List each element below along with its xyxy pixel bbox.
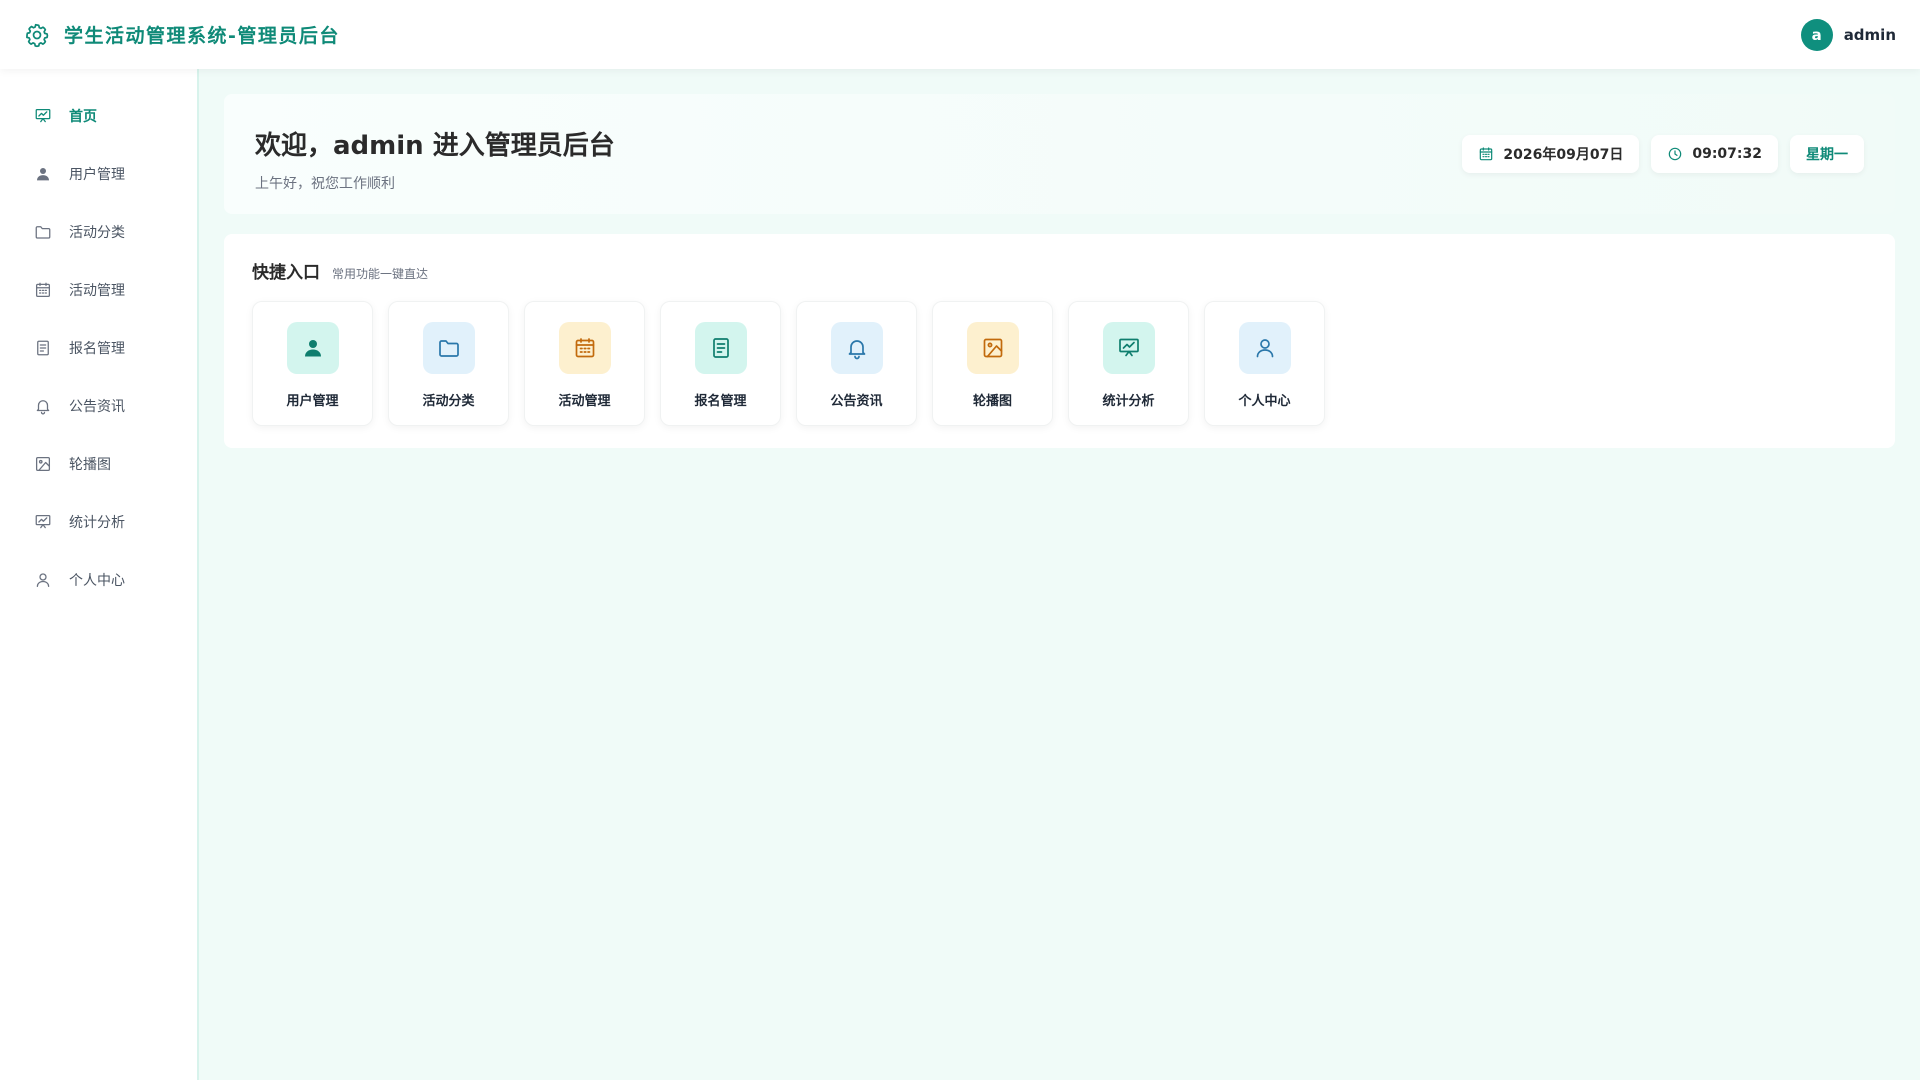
time-chip: 09:07:32 [1651,135,1778,173]
user-outline-icon [1253,336,1277,360]
quick-card-label: 统计分析 [1102,394,1155,409]
bell-icon [845,336,869,360]
presentation-chart-icon [1117,336,1141,360]
quick-card-label: 公告资讯 [830,394,883,409]
sidebar-item-label: 统计分析 [69,515,125,531]
sidebar-item-carousel[interactable]: 轮播图 [0,435,197,493]
quick-access-panel: 快捷入口 常用功能一键直达 用户管理 活动分类 活动管理 报名管理 公告资讯 轮… [224,234,1895,448]
folder-icon [437,336,461,360]
document-icon [709,336,733,360]
quick-card-profile[interactable]: 个人中心 [1204,301,1325,426]
avatar[interactable]: a [1800,18,1833,51]
welcome-title: 欢迎，admin 进入管理员后台 [255,131,615,161]
sidebar-item-label: 活动管理 [69,283,125,299]
bell-icon [34,397,52,415]
sidebar-item-label: 报名管理 [69,341,125,357]
sidebar-item-announcements[interactable]: 公告资讯 [0,377,197,435]
calendar-icon [573,336,597,360]
quick-icon-box [830,322,883,374]
sidebar-item-registrations[interactable]: 报名管理 [0,319,197,377]
quick-icon-box [966,322,1019,374]
quick-card-label: 活动管理 [558,394,611,409]
welcome-subtitle: 上午好，祝您工作顺利 [255,176,395,192]
sidebar-item-statistics[interactable]: 统计分析 [0,493,197,551]
sidebar: 首页 用户管理 活动分类 活动管理 报名管理 公告资讯 轮播图 统计分析 个人中… [0,69,199,1080]
main-content: 欢迎，admin 进入管理员后台 上午好，祝您工作顺利 2026年09月07日 … [199,69,1920,1080]
image-icon [981,336,1005,360]
sidebar-item-profile[interactable]: 个人中心 [0,551,197,609]
quick-icon-box [286,322,339,374]
quick-access-header: 快捷入口 常用功能一键直达 [252,258,428,283]
sidebar-item-label: 用户管理 [69,167,125,183]
calendar-icon [1478,146,1494,162]
user-icon [34,165,52,183]
quick-icon-box [422,322,475,374]
quick-icon-box [1238,322,1291,374]
gear-icon [24,22,50,48]
quick-card-users[interactable]: 用户管理 [252,301,373,426]
sidebar-item-label: 首页 [69,109,97,125]
document-icon [34,339,52,357]
sidebar-item-activities[interactable]: 活动管理 [0,261,197,319]
user-icon [301,336,325,360]
quick-access-title: 快捷入口 [252,263,320,283]
date-chip: 2026年09月07日 [1462,135,1640,173]
quick-card-announcements[interactable]: 公告资讯 [796,301,917,426]
app-title: 学生活动管理系统-管理员后台 [64,25,340,47]
sidebar-item-home[interactable]: 首页 [0,87,197,145]
brand[interactable]: 学生活动管理系统-管理员后台 [24,21,340,48]
user-menu[interactable]: a admin [1800,18,1896,51]
quick-icon-box [694,322,747,374]
presentation-chart-icon [34,513,52,531]
sidebar-item-label: 公告资讯 [69,399,125,415]
quick-card-statistics[interactable]: 统计分析 [1068,301,1189,426]
quick-card-carousel[interactable]: 轮播图 [932,301,1053,426]
sidebar-item-label: 个人中心 [69,573,125,589]
sidebar-item-categories[interactable]: 活动分类 [0,203,197,261]
quick-card-registrations[interactable]: 报名管理 [660,301,781,426]
quick-access-subtitle: 常用功能一键直达 [332,267,429,281]
username[interactable]: admin [1844,26,1896,44]
time-text: 09:07:32 [1692,146,1762,162]
quick-card-label: 轮播图 [972,394,1012,409]
quick-card-label: 个人中心 [1238,394,1291,409]
date-time-chips: 2026年09月07日 09:07:32 星期一 [1462,135,1864,173]
date-text: 2026年09月07日 [1503,147,1624,163]
quick-access-grid: 用户管理 活动分类 活动管理 报名管理 公告资讯 轮播图 统计分析 个人中心 [252,301,1325,426]
quick-card-label: 用户管理 [286,394,339,409]
weekday-chip: 星期一 [1790,135,1864,173]
quick-card-label: 报名管理 [694,394,747,409]
quick-card-activities[interactable]: 活动管理 [524,301,645,426]
calendar-icon [34,281,52,299]
sidebar-item-users[interactable]: 用户管理 [0,145,197,203]
quick-icon-box [1102,322,1155,374]
weekday-text: 星期一 [1806,147,1848,163]
clock-icon [1667,146,1683,162]
image-icon [34,455,52,473]
folder-icon [34,223,52,241]
quick-card-label: 活动分类 [422,394,475,409]
presentation-chart-icon [34,107,52,125]
user-outline-icon [34,571,52,589]
sidebar-item-label: 活动分类 [69,225,125,241]
welcome-card: 欢迎，admin 进入管理员后台 上午好，祝您工作顺利 2026年09月07日 … [224,94,1895,214]
quick-icon-box [558,322,611,374]
sidebar-item-label: 轮播图 [69,457,111,473]
top-header: 学生活动管理系统-管理员后台 a admin [0,0,1920,69]
quick-card-categories[interactable]: 活动分类 [388,301,509,426]
